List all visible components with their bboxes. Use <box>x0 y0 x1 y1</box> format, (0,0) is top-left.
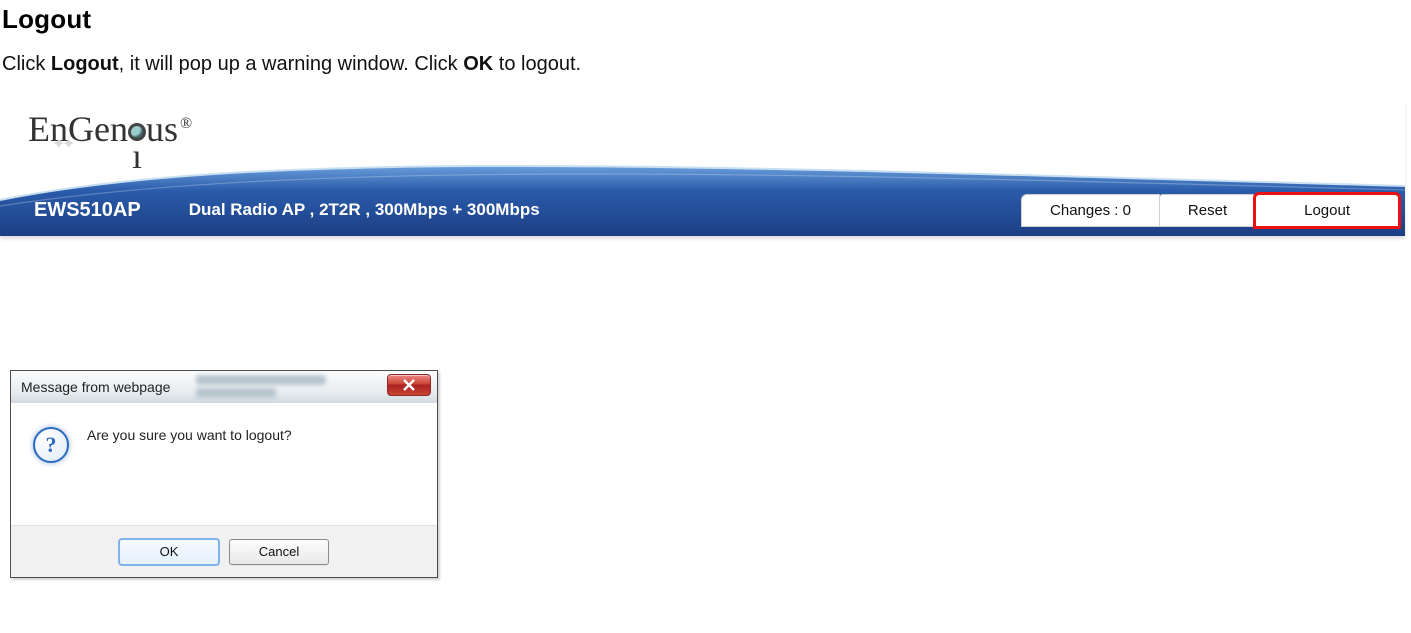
dialog-titlebar: Message from webpage <box>11 371 437 403</box>
desc-ok-bold: OK <box>463 53 493 75</box>
confirm-dialog: Message from webpage ? Are you sure you … <box>10 370 438 578</box>
registered-mark: ® <box>180 115 192 132</box>
brand-text: us <box>146 109 178 149</box>
logout-button[interactable]: Logout <box>1255 194 1399 227</box>
router-admin-header: ✦ ✦ EnGenıus® EWS510AP Dual Radio AP , 2… <box>0 100 1405 236</box>
brand-text: EnGen <box>28 109 128 149</box>
dialog-footer: OK Cancel <box>11 525 437 577</box>
page-description: Click Logout, it will pop up a warning w… <box>0 35 1411 76</box>
blurred-background-text <box>196 373 346 401</box>
page-title: Logout <box>0 0 1411 35</box>
desc-text: to logout. <box>493 53 581 75</box>
ok-button[interactable]: OK <box>119 539 219 565</box>
question-icon: ? <box>33 427 69 463</box>
changes-indicator[interactable]: Changes : 0 <box>1021 194 1160 227</box>
dialog-title-text: Message from webpage <box>21 379 170 395</box>
nav-content: EWS510AP Dual Radio AP , 2T2R , 300Mbps … <box>0 190 1405 230</box>
close-icon <box>402 378 416 392</box>
desc-text: , it will pop up a warning window. Click <box>119 53 464 75</box>
dialog-close-button[interactable] <box>387 374 431 396</box>
device-sub-description: Dual Radio AP , 2T2R , 300Mbps + 300Mbps <box>141 200 540 220</box>
desc-text: Click <box>2 53 51 75</box>
cancel-button[interactable]: Cancel <box>229 539 329 565</box>
dialog-body: ? Are you sure you want to logout? <box>11 403 437 525</box>
device-model: EWS510AP <box>0 199 141 222</box>
nav-right-buttons: Changes : 0 Reset Logout <box>1022 194 1399 227</box>
desc-logout-bold: Logout <box>51 53 119 75</box>
dialog-message: Are you sure you want to logout? <box>87 427 292 443</box>
reset-button[interactable]: Reset <box>1159 194 1256 227</box>
nav-bar: EWS510AP Dual Radio AP , 2T2R , 300Mbps … <box>0 158 1405 236</box>
